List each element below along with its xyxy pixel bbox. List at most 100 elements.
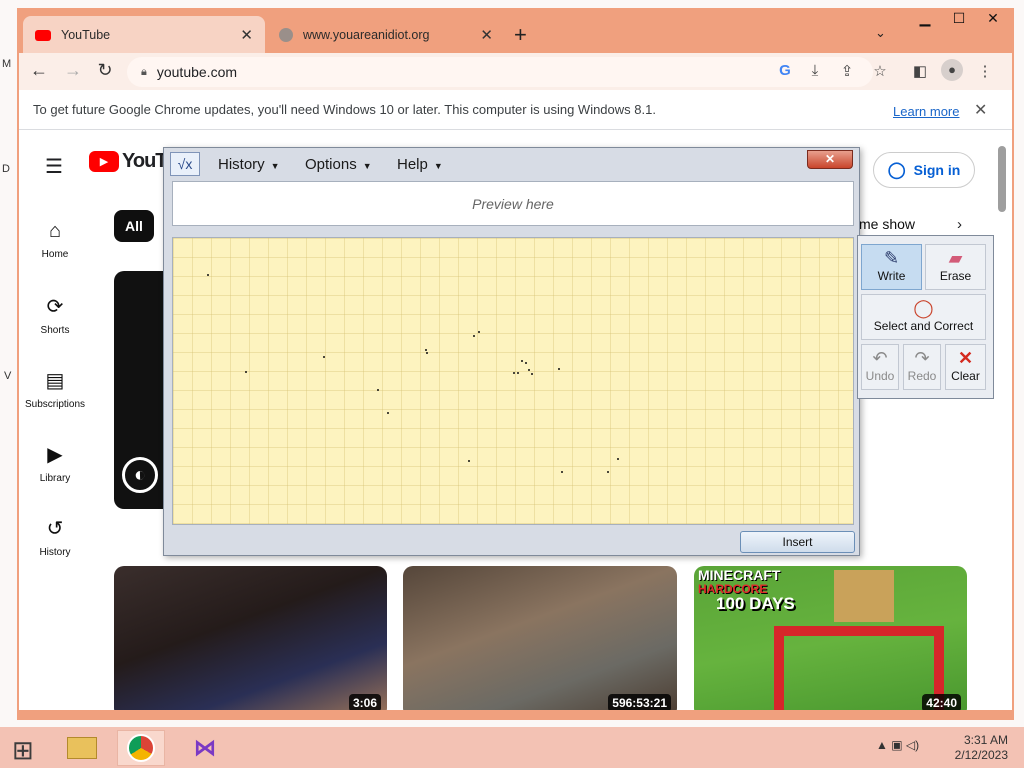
preview-area: Preview here bbox=[172, 181, 854, 226]
math-tools-panel: ✎ Write ▰ Erase ◯ Select and Correct ↶ U… bbox=[857, 235, 994, 399]
chrome-icon[interactable] bbox=[117, 730, 165, 766]
ink-dot bbox=[521, 360, 523, 362]
profile-icon[interactable]: ● bbox=[941, 59, 963, 81]
sidebar-label: Home bbox=[41, 249, 69, 260]
account-icon: ◯ bbox=[887, 162, 906, 179]
redo-icon: ↷ bbox=[914, 348, 930, 368]
ink-dot bbox=[478, 331, 480, 333]
writing-canvas[interactable] bbox=[172, 237, 854, 525]
clear-button[interactable]: ✕ Clear bbox=[945, 344, 986, 390]
sidebar-item-shorts[interactable]: ⟳ Shorts bbox=[19, 294, 91, 336]
ink-dot bbox=[513, 372, 515, 374]
ink-dot bbox=[617, 458, 619, 460]
sidebar-item-history[interactable]: ↺ History bbox=[19, 516, 91, 558]
tab-strip: YouTube ✕ www.youareanidiot.org ✕ + ⌄ ▁ … bbox=[17, 8, 1014, 54]
sidebar-label: Library bbox=[39, 473, 71, 484]
chevron-right-icon[interactable]: › bbox=[957, 216, 962, 233]
tool-label: Write bbox=[877, 269, 906, 283]
ink-dot bbox=[525, 362, 527, 364]
menu-label: Help bbox=[397, 156, 428, 173]
chip-all[interactable]: All bbox=[114, 210, 154, 242]
new-tab-button[interactable]: + bbox=[514, 22, 527, 48]
clock-time: 3:31 AM bbox=[963, 733, 1008, 747]
insert-button[interactable]: Insert bbox=[740, 531, 855, 553]
back-icon[interactable]: ← bbox=[27, 60, 51, 81]
clock[interactable]: 3:31 AM 2/12/2023 bbox=[952, 733, 1008, 763]
system-tray[interactable]: ▲ ▣ ◁) bbox=[876, 738, 919, 752]
tool-label: Clear bbox=[951, 369, 980, 383]
video-thumbnail[interactable]: MINECRAFT HARDCORE 100 DAYS 42:40 bbox=[694, 566, 967, 710]
tab-title: YouTube bbox=[61, 28, 111, 42]
tab-search-icon[interactable]: ⌄ bbox=[875, 25, 886, 41]
chip-partial[interactable]: me show bbox=[859, 216, 915, 232]
ink-dot bbox=[468, 460, 470, 462]
ink-dot bbox=[558, 368, 560, 370]
sidebar-item-home[interactable]: ⌂ Home bbox=[19, 220, 91, 260]
menu-help[interactable]: Help ▼ bbox=[397, 156, 443, 173]
address-text: youtube.com bbox=[156, 64, 238, 80]
reload-icon[interactable]: ↻ bbox=[93, 60, 117, 81]
lasso-icon: ◯ bbox=[913, 298, 934, 318]
file-explorer-icon[interactable] bbox=[58, 730, 106, 766]
side-panel-icon[interactable]: ◧ bbox=[909, 62, 931, 80]
shorts-icon: ⟳ bbox=[46, 296, 64, 318]
ink-dot bbox=[323, 356, 325, 358]
youtube-play-icon: ▶ bbox=[89, 151, 119, 172]
close-tab-icon[interactable]: ✕ bbox=[240, 26, 253, 44]
menu-history[interactable]: History ▼ bbox=[218, 156, 280, 173]
video-thumbnail[interactable]: 3:06 bbox=[114, 566, 387, 710]
close-tab-icon[interactable]: ✕ bbox=[480, 26, 493, 44]
tab-youareanidiot[interactable]: www.youareanidiot.org ✕ bbox=[267, 16, 505, 54]
close-window-button[interactable]: ✕ bbox=[974, 10, 1012, 27]
write-button[interactable]: ✎ Write bbox=[861, 244, 922, 290]
menu-label: Options bbox=[305, 156, 357, 173]
undo-icon: ↶ bbox=[872, 348, 888, 368]
sidebar-item-library[interactable]: ▶ Library bbox=[19, 442, 91, 484]
video-thumbnail[interactable]: 596:53:21 bbox=[403, 566, 677, 710]
install-icon[interactable]: ⤓ bbox=[804, 62, 826, 79]
pen-icon: ✎ bbox=[883, 248, 900, 268]
ink-dot bbox=[425, 349, 427, 351]
bookmark-star-icon[interactable]: ☆ bbox=[869, 62, 891, 80]
dropdown-arrow-icon: ▼ bbox=[270, 161, 280, 171]
windows-start-icon[interactable]: ⊞ bbox=[12, 735, 34, 766]
home-icon: ⌂ bbox=[48, 220, 62, 242]
forward-icon[interactable]: → bbox=[61, 60, 85, 81]
address-bar[interactable]: 🔒︎ youtube.com bbox=[127, 57, 873, 87]
panel-close-button[interactable]: ✕ bbox=[807, 150, 853, 169]
sign-in-button[interactable]: ◯ Sign in bbox=[873, 152, 975, 188]
redo-button[interactable]: ↷ Redo bbox=[903, 344, 941, 390]
menu-dots-icon[interactable]: ⋮ bbox=[974, 62, 996, 80]
channel-logo-icon: ◐ bbox=[122, 457, 158, 493]
maximize-button[interactable]: ☐ bbox=[944, 10, 974, 27]
desktop-edge-label: V bbox=[4, 370, 12, 382]
undo-button[interactable]: ↶ Undo bbox=[861, 344, 899, 390]
lock-icon: 🔒︎ bbox=[141, 65, 147, 78]
library-icon: ▶ bbox=[47, 444, 63, 466]
video-duration: 42:40 bbox=[922, 694, 961, 710]
thumbnail-art bbox=[834, 570, 894, 622]
infobar-close-icon[interactable]: ✕ bbox=[974, 100, 987, 120]
math-input-icon[interactable]: √x bbox=[170, 152, 200, 176]
taskbar: ⊞ ⋈ ▲ ▣ ◁) 3:31 AM 2/12/2023 bbox=[0, 727, 1024, 768]
tool-label: Undo bbox=[865, 369, 895, 383]
ink-dot bbox=[607, 471, 609, 473]
menu-options[interactable]: Options ▼ bbox=[305, 156, 372, 173]
learn-more-link[interactable]: Learn more bbox=[893, 104, 959, 119]
ink-dot bbox=[426, 352, 428, 354]
ink-dot bbox=[207, 274, 209, 276]
browser-toolbar: ← → ↻ 🔒︎ youtube.com G ⤓ ⇪ ☆ ◧ ● ⋮ bbox=[19, 53, 1012, 90]
visual-studio-icon[interactable]: ⋈ bbox=[181, 730, 229, 766]
hamburger-menu-icon[interactable]: ☰ bbox=[45, 154, 63, 179]
erase-button[interactable]: ▰ Erase bbox=[925, 244, 986, 290]
ink-dot bbox=[377, 389, 379, 391]
sign-in-label: Sign in bbox=[913, 162, 961, 178]
scrollbar-thumb[interactable] bbox=[998, 146, 1006, 212]
sidebar-item-subscriptions[interactable]: ▤ Subscriptions bbox=[19, 368, 91, 410]
minimize-button[interactable]: ▁ bbox=[910, 10, 940, 27]
tab-youtube[interactable]: YouTube ✕ bbox=[23, 16, 265, 54]
share-icon[interactable]: ⇪ bbox=[836, 62, 858, 80]
dropdown-arrow-icon: ▼ bbox=[433, 161, 443, 171]
select-and-correct-button[interactable]: ◯ Select and Correct bbox=[861, 294, 986, 340]
google-icon[interactable]: G bbox=[774, 62, 796, 79]
